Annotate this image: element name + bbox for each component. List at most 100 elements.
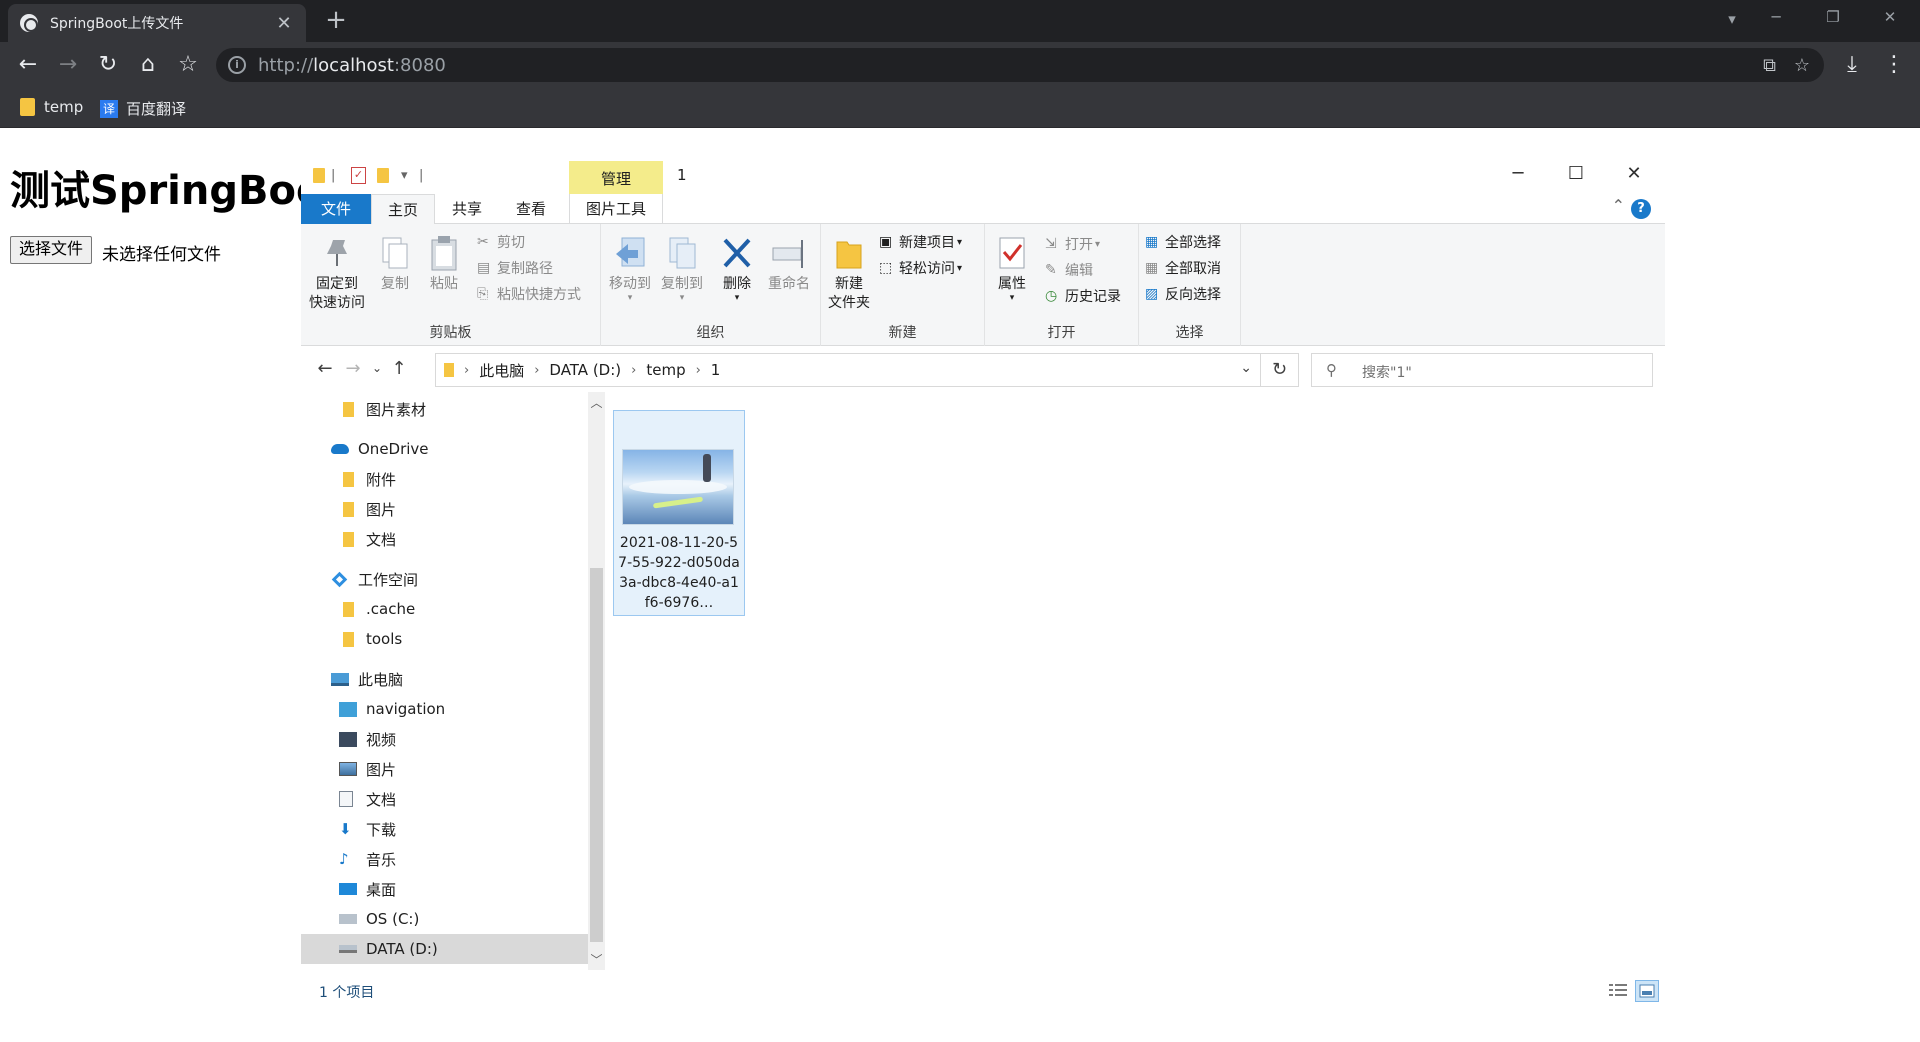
nav-item[interactable]: OneDrive [301, 434, 588, 464]
scroll-down-icon[interactable]: ﹀ [588, 951, 605, 968]
download-icon[interactable]: ⤓ [1836, 50, 1868, 82]
tab-file[interactable]: 文件 [301, 194, 371, 224]
close-window-icon[interactable]: ✕ [1872, 8, 1908, 26]
breadcrumb-1[interactable]: 1 [711, 361, 721, 379]
bookmark-star-icon[interactable]: ☆ [172, 50, 204, 82]
address-bar[interactable]: i http://localhost:8080 ⧉ ☆ [216, 48, 1824, 82]
home-icon[interactable]: ⌂ [132, 50, 164, 82]
easy-access-button[interactable]: ⬚ 轻松访问 ▾ [879, 258, 962, 278]
scroll-thumb[interactable] [590, 568, 603, 942]
menu-icon[interactable]: ⋮ [1878, 50, 1910, 82]
restore-icon[interactable]: ❐ [1815, 8, 1851, 26]
maximize-icon[interactable]: ☐ [1553, 163, 1599, 184]
chevron-right-icon[interactable]: › [534, 363, 539, 378]
select-all-button[interactable]: ▦ 全部选择 [1145, 232, 1221, 252]
copy-to-button[interactable]: 复制到 ▾ [657, 230, 707, 303]
new-tab-button[interactable]: + [322, 7, 350, 35]
open-button[interactable]: ⇲ 打开 ▾ [1045, 234, 1100, 254]
nav-item[interactable]: navigation [301, 694, 588, 724]
customize-quick-access-icon[interactable]: ▾ [401, 168, 408, 183]
chevron-right-icon[interactable]: › [631, 363, 636, 378]
history-button[interactable]: ◷ 历史记录 [1045, 286, 1121, 306]
file-item[interactable]: 2021-08-11-20-57-55-922-d050da3a-dbc8-4e… [613, 410, 745, 616]
edit-button[interactable]: ✎ 编辑 [1045, 260, 1093, 280]
back-icon[interactable]: ← [313, 358, 337, 379]
invert-selection-button[interactable]: ▨ 反向选择 [1145, 284, 1221, 304]
breadcrumb-this-pc[interactable]: 此电脑 [479, 360, 524, 381]
tab-view[interactable]: 查看 [499, 194, 563, 224]
nav-item[interactable]: 工作空间 [301, 564, 588, 594]
nav-item[interactable]: 图片 [301, 494, 588, 524]
move-to-button[interactable]: 移动到 ▾ [605, 230, 655, 303]
tab-share[interactable]: 共享 [435, 194, 499, 224]
nav-item[interactable]: 图片素材 [301, 394, 588, 424]
tab-search-icon[interactable]: ▾ [1714, 10, 1750, 28]
file-explorer-window: | ✓ ▾ | 管理 1 ─ ☐ ✕ 文件 主页 共享 查看 图片工具 ⌃ ? … [301, 158, 1665, 1018]
properties-quick-icon[interactable]: ✓ [351, 167, 366, 184]
choose-file-button[interactable]: 选择文件 [10, 236, 93, 264]
refresh-icon[interactable]: ↻ [1261, 353, 1299, 387]
breadcrumb-temp[interactable]: temp [646, 361, 685, 379]
properties-button[interactable]: 属性 ▾ [989, 230, 1035, 303]
nav-item-label: 图片 [366, 760, 397, 779]
nav-item[interactable]: 视频 [301, 724, 588, 754]
large-icons-view-icon[interactable] [1635, 980, 1659, 1002]
nav-item[interactable]: OS (C:) [301, 904, 588, 934]
nav-item[interactable]: .cache [301, 594, 588, 624]
nav-item[interactable]: 此电脑 [301, 664, 588, 694]
paste-button[interactable]: 粘贴 [421, 230, 467, 294]
search-input[interactable]: ⚲ 搜索"1" [1311, 353, 1653, 387]
bookmark-temp[interactable]: temp [20, 98, 83, 116]
paste-shortcut-button[interactable]: ⎘ 粘贴快捷方式 [477, 284, 581, 304]
nav-item[interactable]: 文档 [301, 784, 588, 814]
site-info-icon[interactable]: i [228, 56, 246, 74]
new-folder-quick-icon[interactable] [377, 168, 389, 183]
rename-button[interactable]: 重命名 [763, 230, 815, 294]
details-view-icon[interactable] [1607, 980, 1631, 1002]
forward-icon[interactable]: → [341, 358, 365, 379]
nav-item[interactable]: 文档 [301, 524, 588, 554]
chevron-down-icon[interactable]: ⌄ [1240, 360, 1252, 376]
tab-picture-tools[interactable]: 图片工具 [569, 194, 663, 224]
up-icon[interactable]: ↑ [387, 358, 411, 379]
nav-item[interactable]: DATA (D:) [301, 934, 588, 964]
nav-item[interactable]: 图片 [301, 754, 588, 784]
scroll-up-icon[interactable]: ︿ [588, 394, 605, 411]
minimize-icon[interactable]: ─ [1758, 8, 1794, 26]
nav-item[interactable]: 附件 [301, 464, 588, 494]
nav-item[interactable]: ⬇ 下载 [301, 814, 588, 844]
cut-button[interactable]: ✂ 剪切 [477, 232, 525, 252]
chevron-right-icon[interactable]: › [464, 363, 469, 378]
star-icon[interactable]: ☆ [1794, 55, 1810, 76]
back-icon[interactable]: ← [12, 50, 44, 82]
tab-home[interactable]: 主页 [371, 194, 435, 225]
select-none-button[interactable]: ▦ 全部取消 [1145, 258, 1221, 278]
nav-scrollbar[interactable]: ︿ ﹀ [588, 392, 605, 970]
new-folder-button[interactable]: 新建 文件夹 [825, 230, 873, 313]
collapse-ribbon-icon[interactable]: ⌃ [1612, 196, 1625, 215]
browser-tab[interactable]: SpringBoot上传文件 ✕ [8, 4, 306, 42]
help-icon[interactable]: ? [1631, 199, 1651, 219]
url-text[interactable]: http://localhost:8080 [258, 55, 446, 76]
minimize-icon[interactable]: ─ [1495, 163, 1541, 184]
tab-close-icon[interactable]: ✕ [274, 13, 294, 34]
breadcrumb-data-d[interactable]: DATA (D:) [549, 361, 621, 379]
delete-button[interactable]: 删除 ▾ [715, 230, 759, 303]
recent-locations-icon[interactable]: ⌄ [365, 361, 389, 375]
copy-button[interactable]: 复制 [373, 230, 417, 294]
nav-item[interactable]: 桌面 [301, 874, 588, 904]
bookmark-baidu-translate[interactable]: 译 百度翻译 [100, 98, 186, 119]
translate-page-icon[interactable]: ⧉ [1763, 55, 1776, 76]
forward-icon[interactable]: → [52, 50, 84, 82]
chevron-right-icon[interactable]: › [696, 363, 701, 378]
invert-selection-icon: ▨ [1145, 286, 1159, 302]
nav-item[interactable]: tools [301, 624, 588, 654]
pin-to-quick-access-button[interactable]: 固定到 快速访问 [305, 230, 369, 313]
tab-manage[interactable]: 管理 [569, 161, 663, 194]
close-icon[interactable]: ✕ [1611, 163, 1657, 184]
nav-item[interactable]: ♪ 音乐 [301, 844, 588, 874]
breadcrumb[interactable]: › 此电脑 › DATA (D:) › temp › 1 ⌄ [435, 353, 1261, 387]
new-item-button[interactable]: ▣ 新建项目 ▾ [879, 232, 962, 252]
copy-path-button[interactable]: ▤ 复制路径 [477, 258, 553, 278]
reload-icon[interactable]: ↻ [92, 50, 124, 82]
